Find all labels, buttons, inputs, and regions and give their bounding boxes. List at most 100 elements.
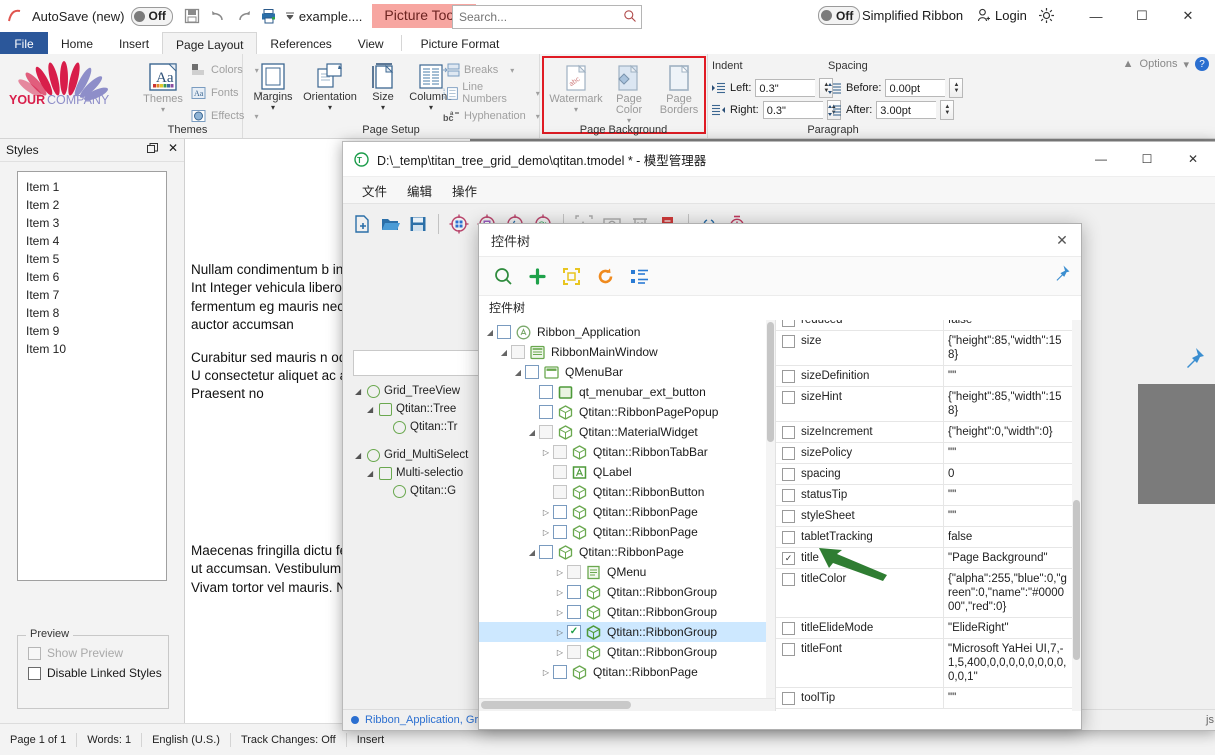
- tree-row-selected[interactable]: ▷ ✓ Qtitan::RibbonGroup: [479, 622, 775, 642]
- tree-hscrollbar-thumb[interactable]: [481, 701, 631, 709]
- chevron-down-icon[interactable]: ▾: [161, 106, 165, 114]
- tree-horizontal-scrollbar[interactable]: [479, 698, 775, 711]
- chevron-down-icon[interactable]: ▾: [381, 104, 385, 112]
- tab-view[interactable]: View: [345, 32, 397, 54]
- margins-button[interactable]: Margins ▾: [247, 58, 299, 112]
- tab-file[interactable]: File: [0, 32, 48, 54]
- twisty-icon[interactable]: ◢: [355, 387, 363, 396]
- line-numbers-button[interactable]: 123 Line Numbers ▾: [443, 81, 540, 105]
- tab-home[interactable]: Home: [48, 32, 106, 54]
- spacing-after-input[interactable]: 3.00pt: [876, 101, 937, 119]
- chevron-down-icon[interactable]: ▾: [510, 66, 514, 75]
- add-icon[interactable]: [527, 266, 547, 286]
- disable-linked-styles-checkbox[interactable]: [28, 666, 41, 680]
- tree-checkbox[interactable]: [553, 485, 567, 499]
- model-manager-close-button[interactable]: ✕: [1170, 142, 1215, 176]
- tree-checkbox[interactable]: [553, 465, 567, 479]
- list-item[interactable]: Item 8: [26, 304, 166, 322]
- tree-checkbox-checked[interactable]: ✓: [567, 625, 581, 639]
- property-row[interactable]: spacing 0: [776, 464, 1072, 485]
- tree-row[interactable]: ◢ Qtitan::RibbonPage: [479, 542, 775, 562]
- spacing-before-stepper[interactable]: ▲ ▼: [949, 78, 964, 98]
- tree-scrollbar-thumb[interactable]: [767, 322, 774, 442]
- chevron-up-icon[interactable]: ▲: [1123, 58, 1134, 70]
- tree-row[interactable]: ▷ Qtitan::RibbonGroup: [479, 602, 775, 622]
- tree-checkbox[interactable]: [539, 545, 553, 559]
- tree-checkbox[interactable]: [553, 665, 567, 679]
- save-icon[interactable]: [405, 210, 431, 238]
- search-icon[interactable]: [493, 266, 513, 286]
- property-checkbox[interactable]: [782, 391, 795, 404]
- styles-list[interactable]: Item 1 Item 2 Item 3 Item 4 Item 5 Item …: [17, 171, 167, 581]
- tree-row[interactable]: ▷ Qtitan::RibbonPage: [479, 502, 775, 522]
- property-checkbox[interactable]: [782, 643, 795, 656]
- chevron-down-icon[interactable]: ▾: [271, 104, 275, 112]
- redo-icon[interactable]: [231, 3, 257, 29]
- property-checkbox[interactable]: [782, 573, 795, 586]
- tree-row[interactable]: ◢ Qtitan::Tree: [355, 400, 475, 418]
- property-checkbox[interactable]: [782, 489, 795, 502]
- status-page[interactable]: Page 1 of 1: [0, 732, 78, 747]
- status-words[interactable]: Words: 1: [77, 732, 143, 747]
- open-folder-icon[interactable]: [377, 210, 403, 238]
- tree-row[interactable]: ◢ Grid_MultiSelect: [355, 446, 475, 464]
- autosave-toggle[interactable]: Off: [130, 6, 173, 26]
- target-windows-icon[interactable]: [446, 210, 472, 238]
- property-checkbox[interactable]: [782, 692, 795, 705]
- tree-row[interactable]: Qtitan::RibbonPagePopup: [479, 402, 775, 422]
- pin-icon[interactable]: [1180, 346, 1206, 378]
- themes-button[interactable]: Aa Themes ▾: [137, 58, 189, 114]
- property-row[interactable]: statusTip "": [776, 485, 1072, 506]
- chevron-down-icon[interactable]: [283, 3, 297, 29]
- property-checkbox[interactable]: [782, 510, 795, 523]
- twisty-closed-icon[interactable]: ▷: [539, 668, 553, 677]
- control-tree-panel[interactable]: ◢ Ribbon_Application ◢ RibbonMainWindow …: [479, 320, 776, 711]
- indent-left-input[interactable]: 0.3": [755, 79, 816, 97]
- list-item[interactable]: Item 5: [26, 250, 166, 268]
- property-checkbox[interactable]: [782, 370, 795, 383]
- maximize-button[interactable]: ☐: [1119, 0, 1165, 32]
- tree-structure-icon[interactable]: [629, 266, 649, 286]
- list-item[interactable]: Item 6: [26, 268, 166, 286]
- tree-row[interactable]: Qtitan::Tr: [355, 418, 475, 436]
- page-color-button[interactable]: Page Color ▾: [604, 60, 654, 125]
- twisty-closed-icon[interactable]: ▷: [553, 588, 567, 597]
- tree-row[interactable]: ◢ RibbonMainWindow: [479, 342, 775, 362]
- gear-icon[interactable]: [1038, 7, 1055, 27]
- property-row[interactable]: sizeDefinition "": [776, 366, 1072, 387]
- twisty-open-icon[interactable]: ◢: [483, 328, 497, 337]
- breaks-button[interactable]: Breaks ▾: [443, 60, 540, 80]
- close-button[interactable]: ✕: [1165, 0, 1211, 32]
- list-item[interactable]: Item 9: [26, 322, 166, 340]
- tree-row[interactable]: ▷ Qtitan::RibbonPage: [479, 662, 775, 682]
- watermark-button[interactable]: abc Watermark ▾: [548, 60, 604, 125]
- orientation-button[interactable]: Orientation ▾: [299, 58, 361, 112]
- property-row[interactable]: reduced false: [776, 320, 1072, 331]
- list-item[interactable]: Item 7: [26, 286, 166, 304]
- restore-icon[interactable]: [146, 143, 158, 157]
- property-checkbox[interactable]: [782, 622, 795, 635]
- status-track-changes[interactable]: Track Changes: Off: [231, 732, 347, 747]
- disable-linked-styles-checkbox-row[interactable]: Disable Linked Styles: [28, 666, 168, 680]
- tree-row[interactable]: QLabel: [479, 462, 775, 482]
- twisty-closed-icon[interactable]: ▷: [539, 508, 553, 517]
- capture-region-icon[interactable]: [561, 266, 581, 286]
- tree-row[interactable]: Qtitan::RibbonButton: [479, 482, 775, 502]
- tree-checkbox[interactable]: [539, 425, 553, 439]
- tree-row[interactable]: ◢ Qtitan::MaterialWidget: [479, 422, 775, 442]
- login-label[interactable]: Login: [995, 8, 1027, 23]
- options-label[interactable]: Options: [1140, 58, 1178, 70]
- tree-row[interactable]: ▷ Qtitan::RibbonGroup: [479, 582, 775, 602]
- tab-page-layout[interactable]: Page Layout: [162, 32, 258, 54]
- tree-row[interactable]: Qtitan::G: [355, 482, 475, 500]
- close-icon[interactable]: ✕: [1049, 227, 1075, 253]
- status-insert-mode[interactable]: Insert: [347, 733, 395, 747]
- property-row[interactable]: sizePolicy "": [776, 443, 1072, 464]
- menu-file[interactable]: 文件: [355, 179, 394, 202]
- property-checkbox[interactable]: [782, 320, 795, 327]
- property-row[interactable]: size {"height":85,"width":158}: [776, 331, 1072, 366]
- pin-icon[interactable]: [1051, 264, 1071, 289]
- twisty-open-icon[interactable]: ◢: [525, 548, 539, 557]
- refresh-icon[interactable]: [595, 266, 615, 286]
- menu-operations[interactable]: 操作: [445, 179, 484, 202]
